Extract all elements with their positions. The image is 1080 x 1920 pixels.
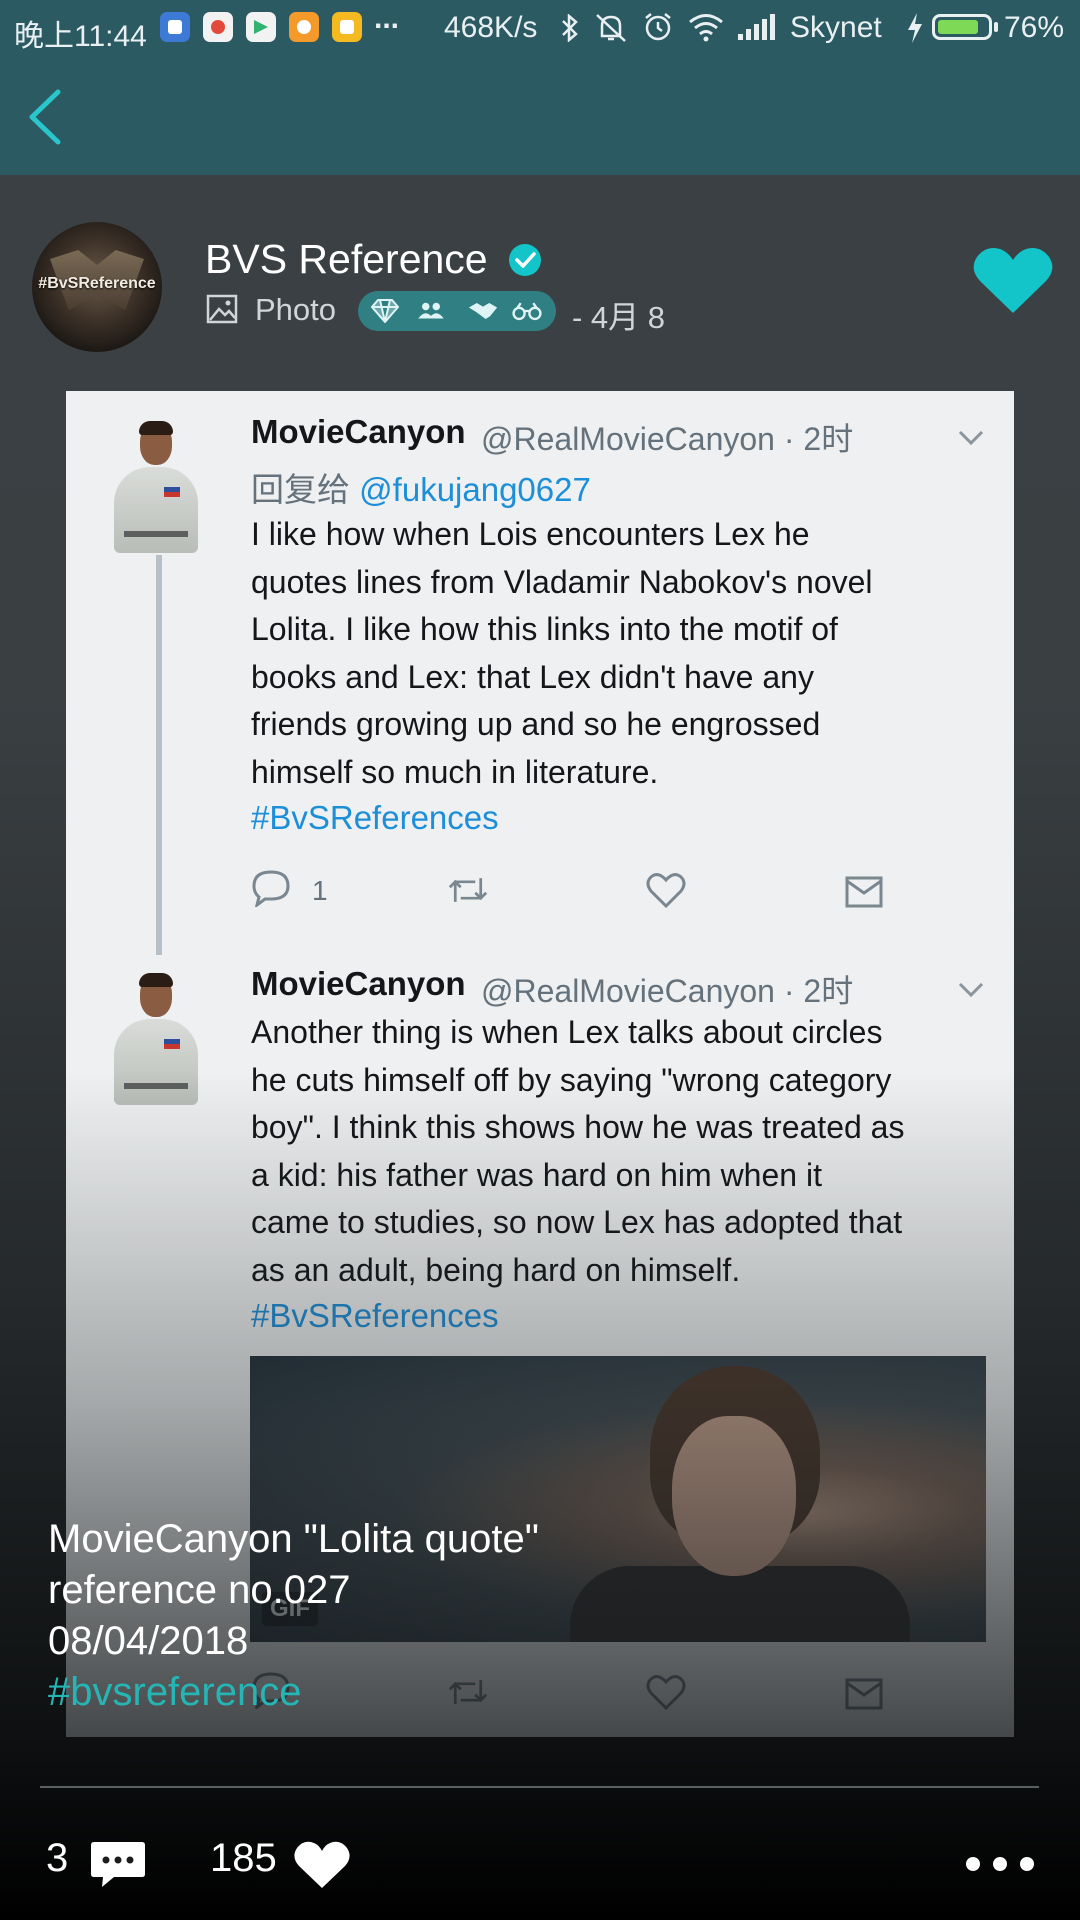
avatar-text: #BvSReference <box>38 275 156 292</box>
chevron-down-icon <box>958 430 984 446</box>
reply-count: 1 <box>312 875 328 906</box>
app-icon-blue <box>160 12 190 42</box>
tweet-hashtag: #BvSReferences <box>251 1297 499 1334</box>
retweet-icon <box>448 878 488 902</box>
reputation-badges[interactable] <box>358 291 556 331</box>
play-store-icon <box>246 12 276 42</box>
footer-divider <box>40 1786 1039 1788</box>
battery-icon <box>932 14 998 40</box>
caption-line: reference no.027 <box>48 1568 351 1612</box>
reply-mention: @fukujang0627 <box>359 471 591 508</box>
tweet-text: I like how when Lois encounters Lex he q… <box>251 511 986 796</box>
tweet-line: boy". I think this shows how he was trea… <box>251 1109 905 1145</box>
tweet-like-icon <box>646 873 686 909</box>
handshake-icon <box>468 303 498 319</box>
back-button[interactable] <box>26 88 64 146</box>
author-avatar[interactable]: #BvSReference <box>32 222 162 352</box>
alarm-icon <box>645 13 671 41</box>
group-icon <box>418 302 444 319</box>
tweet-hashtag: #BvSReferences <box>251 799 499 836</box>
tweet-author-name: MovieCanyon <box>251 965 466 1002</box>
chrome-icon <box>203 12 233 42</box>
carrier-name: Skynet <box>790 11 882 44</box>
heart-icon[interactable] <box>293 1840 351 1890</box>
battery-percent: 76% <box>1004 11 1065 44</box>
message-icon <box>845 876 883 908</box>
tweet-line: came to studies, so now Lex has adopted … <box>251 1204 903 1240</box>
post-caption: MovieCanyon "Lolita quote" reference no.… <box>48 1514 748 1718</box>
caption-line: MovieCanyon "Lolita quote" <box>48 1517 539 1561</box>
like-count[interactable]: 185 <box>210 1836 277 1881</box>
author-name[interactable]: BVS Reference <box>205 236 488 283</box>
status-time: 晚上11:44 <box>14 20 147 53</box>
mute-bell-icon <box>596 14 626 42</box>
tweet-author-name: MovieCanyon <box>251 413 466 450</box>
tweet-line: I like how when Lois encounters Lex he <box>251 516 810 552</box>
tweet-avatar <box>114 973 198 1105</box>
tweet-text: Another thing is when Lex talks about ci… <box>251 1009 986 1294</box>
tweet-line: quotes lines from Vladamir Nabokov's nov… <box>251 563 873 600</box>
verified-badge-icon <box>509 244 541 276</box>
tweet-reply-to: 回复给 @fukujang0627 <box>251 463 591 511</box>
post-date: - 4月 8 <box>572 300 666 335</box>
tweet-line: he cuts himself off by saying "wrong cat… <box>251 1061 892 1098</box>
comment-icon[interactable] <box>90 1840 146 1888</box>
more-options-icon[interactable] <box>965 1856 1035 1872</box>
chevron-down-icon <box>958 982 984 998</box>
post-type-label: Photo <box>255 292 337 327</box>
wifi-icon <box>689 14 723 42</box>
status-bar: 晚上11:44 ... 468K/s Skynet 76% <box>0 0 1080 58</box>
tweet-line: Lolita. I like how this links into the m… <box>251 611 838 647</box>
app-icon-orange <box>289 12 319 42</box>
message-icon <box>845 1678 883 1710</box>
binoculars-icon <box>512 302 542 321</box>
signal-icon <box>738 14 775 40</box>
app-icon-yellow <box>332 12 362 42</box>
tweet-line: as an adult, being hard on himself. <box>251 1251 741 1288</box>
diamond-icon <box>370 299 400 323</box>
thread-line <box>156 555 162 955</box>
tweet-line: books and Lex: that Lex didn't have any <box>251 658 814 695</box>
tweet-line: Another thing is when Lex talks about ci… <box>251 1014 883 1050</box>
caption-line: 08/04/2018 <box>48 1619 249 1663</box>
tweet-line: friends growing up and so he engrossed <box>251 706 821 742</box>
tweet-avatar <box>114 421 198 553</box>
reply-icon <box>252 870 290 907</box>
tweet-line: a kid: his father was hard on him when i… <box>251 1156 822 1193</box>
like-heart-button[interactable] <box>972 245 1054 317</box>
comment-count[interactable]: 3 <box>46 1836 68 1881</box>
tweet-handle: @RealMovieCanyon · 2时 <box>481 973 854 1009</box>
network-speed: 468K/s <box>444 11 538 44</box>
tweet-handle: @RealMovieCanyon · 2时 <box>481 421 854 457</box>
caption-hashtag[interactable]: #bvsreference <box>48 1667 748 1718</box>
reply-prefix: 回复给 <box>251 471 350 508</box>
tweet-line: himself so much in literature. <box>251 753 659 790</box>
status-overflow: ... <box>374 2 400 35</box>
bluetooth-icon <box>562 14 578 42</box>
photo-icon <box>206 294 238 324</box>
charging-icon <box>908 13 922 43</box>
